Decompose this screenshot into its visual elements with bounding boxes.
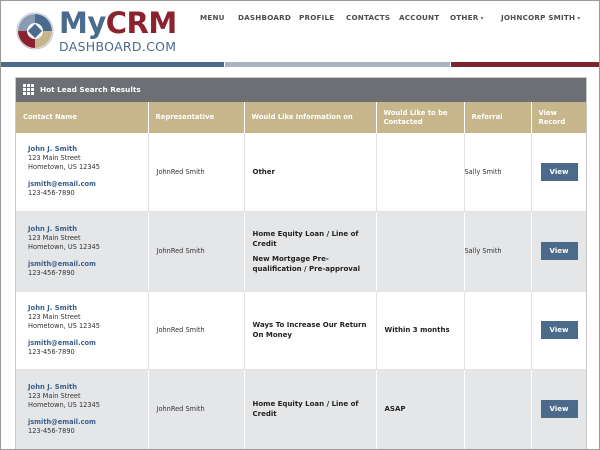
contact-email-link[interactable]: jsmith@email.com xyxy=(23,180,141,189)
nav-user-label: JOHNCORP SMITH xyxy=(501,13,576,22)
chevron-down-icon: ▾ xyxy=(577,15,581,22)
contact-street: 123 Main Street xyxy=(28,312,81,321)
contact-city: Hometown, US 12345 xyxy=(28,163,100,172)
view-cell: View xyxy=(531,369,586,449)
contact-name-link[interactable]: John J. Smith xyxy=(23,225,141,234)
hot-lead-table: Contact Name Representative Would Like I… xyxy=(16,102,586,449)
information-item: Home Equity Loan / Line of Credit xyxy=(252,400,359,418)
information-cell: Other xyxy=(244,133,377,212)
view-cell: View xyxy=(531,291,586,370)
view-record-button[interactable]: View xyxy=(540,242,578,260)
contact-cell: John J. Smith 123 Main Street Hometown, … xyxy=(16,211,149,292)
referral-cell: Sally Smith xyxy=(464,211,532,292)
column-header-referral: Referral xyxy=(464,102,532,133)
information-item: Other xyxy=(252,167,275,176)
contact-street: 123 Main Street xyxy=(28,391,81,400)
nav-profile[interactable]: PROFILE xyxy=(299,13,334,22)
contact-city: Hometown, US 12345 xyxy=(28,242,100,251)
contact-phone: 123-456-7890 xyxy=(28,268,75,277)
representative-cell: JohnRed Smith xyxy=(148,291,245,370)
contacted-value: Within 3 months xyxy=(384,326,450,334)
app-frame: MyCRM DASHBOARD.COM MENU DASHBOARD PROFI… xyxy=(0,0,600,450)
nav-menu[interactable]: MENU xyxy=(200,13,225,22)
contact-email-link[interactable]: jsmith@email.com xyxy=(23,418,141,427)
panel-title: Hot Lead Search Results xyxy=(40,85,141,94)
contacted-value: ASAP xyxy=(384,405,406,413)
information-cell: Home Equity Loan / Line of Credit xyxy=(244,369,377,449)
column-header-representative: Representative xyxy=(148,102,245,133)
contact-phone: 123-456-7890 xyxy=(28,189,75,198)
contact-name-link[interactable]: John J. Smith xyxy=(23,145,141,154)
contact-phone: 123-456-7890 xyxy=(28,426,75,435)
logo-subtitle: DASHBOARD.COM xyxy=(59,39,177,54)
contact-email-link[interactable]: jsmith@email.com xyxy=(23,339,141,348)
nav-contacts[interactable]: CONTACTS xyxy=(346,13,390,22)
information-cell: Home Equity Loan / Line of Credit New Mo… xyxy=(244,211,377,292)
contact-city: Hometown, US 12345 xyxy=(28,321,100,330)
nav-other-label: OTHER xyxy=(450,13,479,22)
column-header-view-record: View Record xyxy=(531,102,586,133)
information-item: New Mortgage Pre-qualification / Pre-app… xyxy=(252,254,360,273)
information-item: Ways To Increase Our Return On Money xyxy=(252,321,367,339)
referral-cell xyxy=(464,291,532,370)
table-header-row: Contact Name Representative Would Like I… xyxy=(16,102,586,133)
contacted-cell: Within 3 months xyxy=(376,291,465,370)
accent-stripe-red xyxy=(451,62,599,67)
contact-name-link[interactable]: John J. Smith xyxy=(23,383,141,392)
contacted-cell xyxy=(376,133,465,212)
nav-account[interactable]: ACCOUNT xyxy=(399,13,439,22)
view-record-button[interactable]: View xyxy=(540,162,578,181)
representative-cell: JohnRed Smith xyxy=(148,133,245,212)
information-cell: Ways To Increase Our Return On Money xyxy=(244,291,377,370)
contact-cell: John J. Smith 123 Main Street Hometown, … xyxy=(16,369,149,449)
information-item: Home Equity Loan / Line of Credit xyxy=(252,229,359,248)
site-header: MyCRM DASHBOARD.COM MENU DASHBOARD PROFI… xyxy=(1,1,599,63)
view-cell: View xyxy=(531,211,586,292)
contact-street: 123 Main Street xyxy=(28,154,81,163)
column-header-contacted: Would Like to be Contacted xyxy=(376,102,465,133)
accent-stripe-gray xyxy=(225,62,450,67)
contact-street: 123 Main Street xyxy=(28,233,81,242)
table-row: John J. Smith 123 Main Street Hometown, … xyxy=(16,133,586,212)
contact-email-link[interactable]: jsmith@email.com xyxy=(23,260,141,269)
representative-cell: JohnRed Smith xyxy=(148,211,245,292)
hot-lead-panel: Hot Lead Search Results Contact Name Rep… xyxy=(15,77,587,449)
table-row: John J. Smith 123 Main Street Hometown, … xyxy=(16,211,586,292)
representative-cell: JohnRed Smith xyxy=(148,369,245,449)
contact-city: Hometown, US 12345 xyxy=(28,400,100,409)
referral-cell: Sally Smith xyxy=(464,133,532,212)
view-cell: View xyxy=(531,133,586,212)
nav-dashboard[interactable]: DASHBOARD xyxy=(238,13,291,22)
contact-cell: John J. Smith 123 Main Street Hometown, … xyxy=(16,291,149,370)
column-header-contact-name: Contact Name xyxy=(16,102,149,133)
view-record-button[interactable]: View xyxy=(540,321,578,339)
contact-phone: 123-456-7890 xyxy=(28,347,75,356)
chevron-down-icon: ▾ xyxy=(480,15,484,22)
nav-other[interactable]: OTHER ▾ xyxy=(450,13,484,22)
column-header-information: Would Like Information on xyxy=(244,102,377,133)
panel-header: Hot Lead Search Results xyxy=(16,78,586,102)
contact-cell: John J. Smith 123 Main Street Hometown, … xyxy=(16,133,149,212)
table-row: John J. Smith 123 Main Street Hometown, … xyxy=(16,291,586,370)
nav-user-menu[interactable]: JOHNCORP SMITH ▾ xyxy=(501,13,580,22)
table-row: John J. Smith 123 Main Street Hometown, … xyxy=(16,369,586,449)
view-record-button[interactable]: View xyxy=(540,400,578,418)
referral-cell xyxy=(464,369,532,449)
main-nav: MENU DASHBOARD PROFILE CONTACTS ACCOUNT … xyxy=(1,13,599,27)
accent-stripe-blue xyxy=(1,62,224,67)
contact-name-link[interactable]: John J. Smith xyxy=(23,304,141,313)
grid-icon xyxy=(23,84,34,95)
contacted-cell: ASAP xyxy=(376,369,465,449)
contacted-cell xyxy=(376,211,465,292)
